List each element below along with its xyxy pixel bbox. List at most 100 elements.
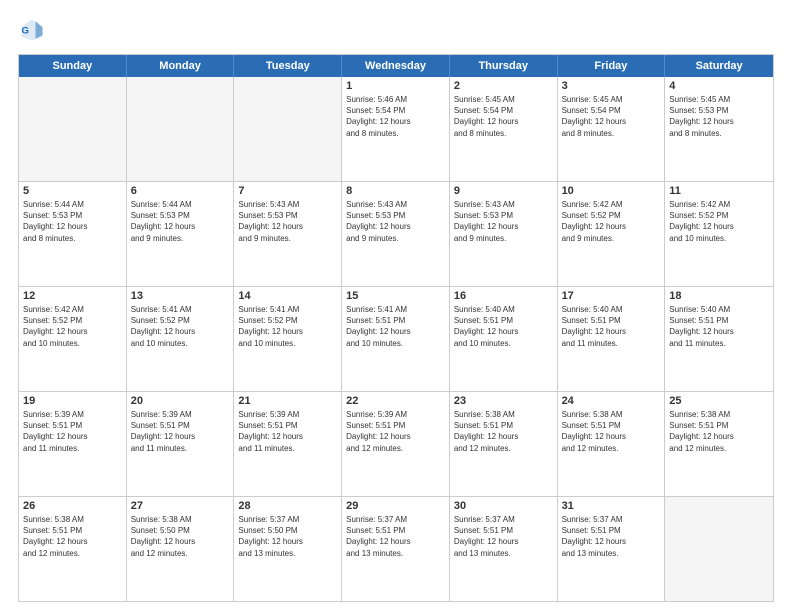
day-number: 11 <box>669 185 769 197</box>
day-cell-13: 13 Sunrise: 5:41 AM Sunset: 5:52 PM Dayli… <box>127 287 235 391</box>
day-number: 14 <box>238 290 337 302</box>
day-info: Sunrise: 5:38 AM Sunset: 5:51 PM Dayligh… <box>669 409 769 454</box>
day-info: Sunrise: 5:39 AM Sunset: 5:51 PM Dayligh… <box>23 409 122 454</box>
day-info: Sunrise: 5:42 AM Sunset: 5:52 PM Dayligh… <box>562 199 661 244</box>
day-cell-12: 12 Sunrise: 5:42 AM Sunset: 5:52 PM Dayli… <box>19 287 127 391</box>
day-info: Sunrise: 5:37 AM Sunset: 5:51 PM Dayligh… <box>346 514 445 559</box>
day-info: Sunrise: 5:37 AM Sunset: 5:51 PM Dayligh… <box>562 514 661 559</box>
day-number: 28 <box>238 500 337 512</box>
day-info: Sunrise: 5:43 AM Sunset: 5:53 PM Dayligh… <box>346 199 445 244</box>
day-header-friday: Friday <box>558 55 666 77</box>
day-info: Sunrise: 5:44 AM Sunset: 5:53 PM Dayligh… <box>23 199 122 244</box>
day-number: 24 <box>562 395 661 407</box>
svg-text:G: G <box>22 26 29 37</box>
day-cell-6: 6 Sunrise: 5:44 AM Sunset: 5:53 PM Daylig… <box>127 182 235 286</box>
week-row-1: 1 Sunrise: 5:46 AM Sunset: 5:54 PM Daylig… <box>19 77 773 181</box>
day-number: 2 <box>454 80 553 92</box>
day-info: Sunrise: 5:43 AM Sunset: 5:53 PM Dayligh… <box>238 199 337 244</box>
empty-cell <box>234 77 342 181</box>
day-header-saturday: Saturday <box>665 55 773 77</box>
day-cell-11: 11Sunrise: 5:42 AM Sunset: 5:52 PM Dayli… <box>665 182 773 286</box>
day-number: 4 <box>669 80 769 92</box>
day-cell-26: 26 Sunrise: 5:38 AM Sunset: 5:51 PM Dayli… <box>19 497 127 601</box>
day-info: Sunrise: 5:45 AM Sunset: 5:53 PM Dayligh… <box>669 94 769 139</box>
day-info: Sunrise: 5:40 AM Sunset: 5:51 PM Dayligh… <box>562 304 661 349</box>
day-header-sunday: Sunday <box>19 55 127 77</box>
day-number: 21 <box>238 395 337 407</box>
logo: G <box>18 16 50 44</box>
day-cell-23: 23Sunrise: 5:38 AM Sunset: 5:51 PM Dayli… <box>450 392 558 496</box>
day-number: 16 <box>454 290 553 302</box>
day-info: Sunrise: 5:39 AM Sunset: 5:51 PM Dayligh… <box>346 409 445 454</box>
day-number: 9 <box>454 185 553 197</box>
day-cell-24: 24 Sunrise: 5:38 AM Sunset: 5:51 PM Dayli… <box>558 392 666 496</box>
day-number: 26 <box>23 500 122 512</box>
day-cell-30: 30Sunrise: 5:37 AM Sunset: 5:51 PM Dayli… <box>450 497 558 601</box>
day-cell-19: 19 Sunrise: 5:39 AM Sunset: 5:51 PM Dayli… <box>19 392 127 496</box>
day-info: Sunrise: 5:44 AM Sunset: 5:53 PM Dayligh… <box>131 199 230 244</box>
empty-cell <box>19 77 127 181</box>
day-number: 6 <box>131 185 230 197</box>
day-info: Sunrise: 5:41 AM Sunset: 5:52 PM Dayligh… <box>131 304 230 349</box>
day-number: 17 <box>562 290 661 302</box>
day-cell-8: 8 Sunrise: 5:43 AM Sunset: 5:53 PM Daylig… <box>342 182 450 286</box>
day-cell-28: 28 Sunrise: 5:37 AM Sunset: 5:50 PM Dayli… <box>234 497 342 601</box>
day-info: Sunrise: 5:38 AM Sunset: 5:51 PM Dayligh… <box>562 409 661 454</box>
logo-icon: G <box>18 16 46 44</box>
day-info: Sunrise: 5:45 AM Sunset: 5:54 PM Dayligh… <box>562 94 661 139</box>
day-number: 5 <box>23 185 122 197</box>
day-header-tuesday: Tuesday <box>234 55 342 77</box>
page: G SundayMondayTuesdayWednesdayThursdayFr… <box>0 0 792 612</box>
day-number: 10 <box>562 185 661 197</box>
header: G <box>18 16 774 44</box>
day-info: Sunrise: 5:38 AM Sunset: 5:51 PM Dayligh… <box>454 409 553 454</box>
day-cell-9: 9 Sunrise: 5:43 AM Sunset: 5:53 PM Daylig… <box>450 182 558 286</box>
calendar-header: SundayMondayTuesdayWednesdayThursdayFrid… <box>19 55 773 77</box>
day-info: Sunrise: 5:39 AM Sunset: 5:51 PM Dayligh… <box>131 409 230 454</box>
day-cell-31: 31 Sunrise: 5:37 AM Sunset: 5:51 PM Dayli… <box>558 497 666 601</box>
day-cell-18: 18Sunrise: 5:40 AM Sunset: 5:51 PM Dayli… <box>665 287 773 391</box>
week-row-4: 19 Sunrise: 5:39 AM Sunset: 5:51 PM Dayli… <box>19 391 773 496</box>
day-number: 18 <box>669 290 769 302</box>
day-info: Sunrise: 5:46 AM Sunset: 5:54 PM Dayligh… <box>346 94 445 139</box>
day-number: 19 <box>23 395 122 407</box>
day-number: 3 <box>562 80 661 92</box>
day-info: Sunrise: 5:38 AM Sunset: 5:51 PM Dayligh… <box>23 514 122 559</box>
day-number: 31 <box>562 500 661 512</box>
day-number: 8 <box>346 185 445 197</box>
day-cell-15: 15 Sunrise: 5:41 AM Sunset: 5:51 PM Dayli… <box>342 287 450 391</box>
calendar: SundayMondayTuesdayWednesdayThursdayFrid… <box>18 54 774 602</box>
day-cell-22: 22Sunrise: 5:39 AM Sunset: 5:51 PM Dayli… <box>342 392 450 496</box>
day-number: 27 <box>131 500 230 512</box>
day-cell-14: 14Sunrise: 5:41 AM Sunset: 5:52 PM Dayli… <box>234 287 342 391</box>
day-cell-27: 27 Sunrise: 5:38 AM Sunset: 5:50 PM Dayli… <box>127 497 235 601</box>
day-cell-25: 25Sunrise: 5:38 AM Sunset: 5:51 PM Dayli… <box>665 392 773 496</box>
day-cell-17: 17 Sunrise: 5:40 AM Sunset: 5:51 PM Dayli… <box>558 287 666 391</box>
day-cell-10: 10 Sunrise: 5:42 AM Sunset: 5:52 PM Dayli… <box>558 182 666 286</box>
week-row-3: 12 Sunrise: 5:42 AM Sunset: 5:52 PM Dayli… <box>19 286 773 391</box>
empty-cell <box>665 497 773 601</box>
day-info: Sunrise: 5:41 AM Sunset: 5:51 PM Dayligh… <box>346 304 445 349</box>
day-number: 30 <box>454 500 553 512</box>
day-number: 13 <box>131 290 230 302</box>
day-cell-7: 7 Sunrise: 5:43 AM Sunset: 5:53 PM Daylig… <box>234 182 342 286</box>
day-number: 1 <box>346 80 445 92</box>
day-info: Sunrise: 5:45 AM Sunset: 5:54 PM Dayligh… <box>454 94 553 139</box>
day-info: Sunrise: 5:37 AM Sunset: 5:50 PM Dayligh… <box>238 514 337 559</box>
day-cell-4: 4 Sunrise: 5:45 AM Sunset: 5:53 PM Daylig… <box>665 77 773 181</box>
day-number: 20 <box>131 395 230 407</box>
day-cell-1: 1 Sunrise: 5:46 AM Sunset: 5:54 PM Daylig… <box>342 77 450 181</box>
day-info: Sunrise: 5:43 AM Sunset: 5:53 PM Dayligh… <box>454 199 553 244</box>
week-row-2: 5 Sunrise: 5:44 AM Sunset: 5:53 PM Daylig… <box>19 181 773 286</box>
day-info: Sunrise: 5:42 AM Sunset: 5:52 PM Dayligh… <box>23 304 122 349</box>
day-cell-3: 3 Sunrise: 5:45 AM Sunset: 5:54 PM Daylig… <box>558 77 666 181</box>
day-header-monday: Monday <box>127 55 235 77</box>
day-info: Sunrise: 5:40 AM Sunset: 5:51 PM Dayligh… <box>454 304 553 349</box>
day-number: 7 <box>238 185 337 197</box>
day-cell-2: 2 Sunrise: 5:45 AM Sunset: 5:54 PM Daylig… <box>450 77 558 181</box>
day-info: Sunrise: 5:39 AM Sunset: 5:51 PM Dayligh… <box>238 409 337 454</box>
day-cell-5: 5 Sunrise: 5:44 AM Sunset: 5:53 PM Daylig… <box>19 182 127 286</box>
day-number: 12 <box>23 290 122 302</box>
day-number: 15 <box>346 290 445 302</box>
day-info: Sunrise: 5:38 AM Sunset: 5:50 PM Dayligh… <box>131 514 230 559</box>
